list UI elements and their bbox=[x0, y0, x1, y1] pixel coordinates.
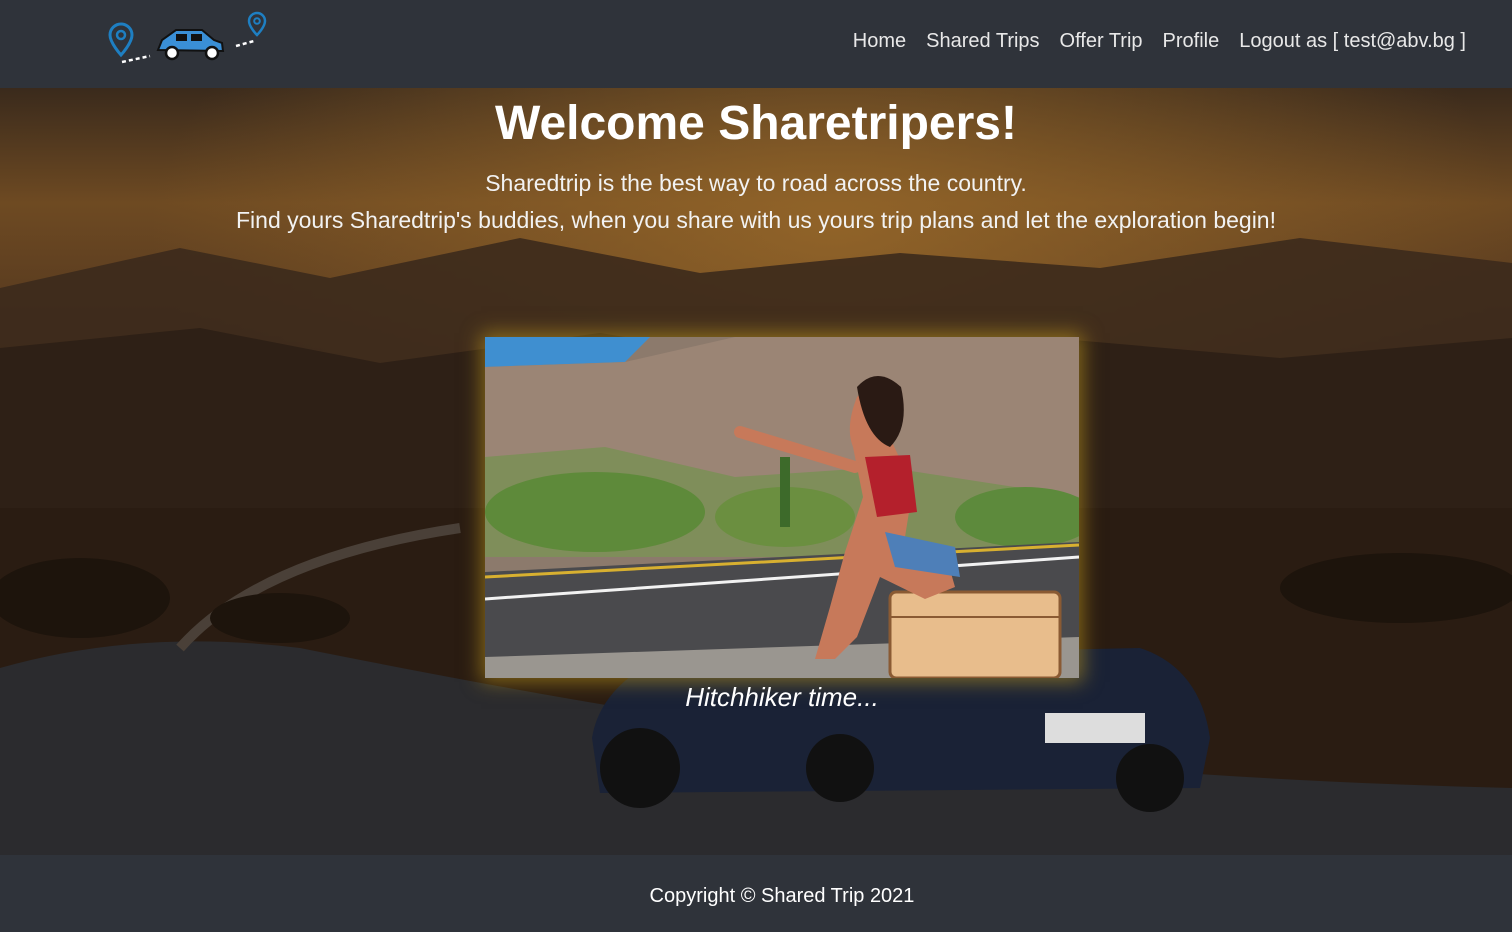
footer: Copyright © Shared Trip 2021 bbox=[0, 855, 1512, 932]
navbar: Home Shared Trips Offer Trip Profile Log… bbox=[0, 0, 1512, 88]
nav-links: Home Shared Trips Offer Trip Profile Log… bbox=[853, 30, 1466, 53]
footer-copyright: Copyright © Shared Trip 2021 bbox=[649, 885, 915, 907]
hero-subtitle-line2: Find yours Sharedtrip's buddies, when yo… bbox=[236, 207, 1276, 233]
nav-offer-trip-link[interactable]: Offer Trip bbox=[1060, 30, 1143, 53]
nav-profile-link[interactable]: Profile bbox=[1163, 30, 1220, 53]
nav-shared-trips-link[interactable]: Shared Trips bbox=[926, 30, 1039, 53]
hero-title: Welcome Sharetripers! bbox=[495, 97, 1017, 150]
logo-map-pin-car-icon[interactable] bbox=[106, 10, 272, 66]
nav-home-link[interactable]: Home bbox=[853, 30, 906, 53]
hero-section: Welcome Sharetripers! Sharedtrip is the … bbox=[0, 88, 1512, 855]
nav-logout-link[interactable]: Logout as [ test@abv.bg ] bbox=[1239, 30, 1466, 53]
hero-subtitle-line1: Sharedtrip is the best way to road acros… bbox=[485, 170, 1027, 196]
photo-caption: Hitchhiker time... bbox=[685, 682, 879, 712]
hitchhiker-photo bbox=[485, 337, 1079, 678]
